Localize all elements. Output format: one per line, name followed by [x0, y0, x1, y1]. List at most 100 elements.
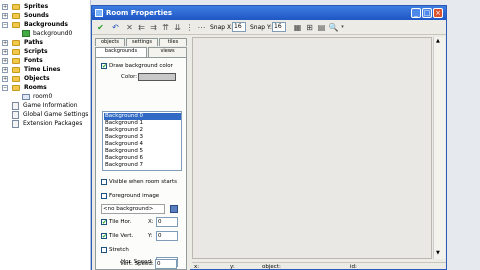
tree-item-fonts[interactable]: + Fonts [2, 57, 90, 65]
snap-y-input[interactable]: 16 [272, 22, 286, 32]
tab-objects[interactable]: objects [95, 38, 125, 46]
stretch-checkbox[interactable] [101, 247, 107, 253]
list-item[interactable]: Background 4 [104, 141, 181, 148]
isometric-grid-icon[interactable]: ⊞ [304, 22, 315, 33]
tree-item-extension-packages[interactable]: Extension Packages [12, 120, 90, 128]
tree-item-sprites[interactable]: + Sprites [2, 3, 90, 11]
folder-icon [12, 85, 20, 91]
tree-item-background0[interactable]: background0 [22, 30, 90, 38]
expand-icon[interactable]: + [2, 40, 8, 46]
status-x: x: [194, 264, 200, 270]
status-bar: x: y: object: id: [192, 262, 446, 270]
expand-icon[interactable]: + [2, 76, 8, 82]
folder-icon [12, 22, 20, 28]
tile-hor-checkbox[interactable]: ✔ [101, 219, 107, 226]
vertical-scrollbar[interactable]: ▲ ▼ [433, 37, 445, 259]
tree-label: Sounds [24, 12, 49, 19]
foreground-checkbox[interactable] [101, 193, 107, 199]
tree-item-rooms[interactable]: − Rooms [2, 84, 90, 92]
tree-label: Paths [24, 39, 43, 46]
x-input[interactable]: 0 [156, 217, 178, 227]
foreground-label: Foreground image [109, 193, 160, 199]
close-button[interactable]: × [433, 8, 443, 18]
list-item[interactable]: Background 0 [104, 113, 181, 120]
browse-background-icon[interactable] [170, 205, 178, 213]
title-bar[interactable]: Room Properties _ □ × [92, 6, 446, 20]
room-toolbar: ✔ ↶ ✕ ⇇ ⇉ ⇈ ⇊ ⋮ ⋯ Snap X: 16 Snap Y: 16 … [92, 20, 446, 35]
collapse-icon[interactable]: − [2, 22, 8, 28]
list-item[interactable]: Background 5 [104, 148, 181, 155]
background-select[interactable]: <no background> [101, 204, 165, 214]
tile-vert-checkbox[interactable]: ✔ [101, 233, 107, 240]
shift-left-icon[interactable]: ⇇ [136, 22, 147, 33]
list-item[interactable]: Background 6 [104, 155, 181, 162]
snap-x-input[interactable]: 16 [232, 22, 246, 32]
clear-icon[interactable]: ✕ [124, 22, 135, 33]
expand-icon[interactable]: + [2, 13, 8, 19]
room-canvas[interactable] [192, 37, 432, 259]
grid-icon[interactable]: ▦ [292, 22, 303, 33]
minimize-button[interactable]: _ [411, 8, 421, 18]
ok-check-icon[interactable]: ✔ [95, 22, 106, 33]
tab-tiles[interactable]: tiles [159, 38, 187, 46]
status-object: object: [262, 264, 281, 270]
folder-icon [12, 67, 20, 73]
snap-y-label: Snap Y: [250, 24, 272, 31]
scroll-up-icon[interactable]: ▲ [436, 38, 440, 44]
tree-item-paths[interactable]: + Paths [2, 39, 90, 47]
expand-icon[interactable]: + [2, 49, 8, 55]
tree-label: Objects [24, 75, 50, 82]
folder-icon [12, 58, 20, 64]
expand-icon[interactable]: + [2, 67, 8, 73]
vspeed-label: Vert. Speed: [120, 261, 154, 267]
status-id: id: [350, 264, 357, 270]
folder-icon [12, 4, 20, 10]
visible-start-label: Visible when room starts [109, 179, 177, 185]
tree-item-game-information[interactable]: Game Information [12, 102, 90, 110]
undo-icon[interactable]: ↶ [110, 22, 121, 33]
vspeed-input[interactable]: 0 [155, 259, 177, 269]
tree-item-backgrounds[interactable]: − Backgrounds [2, 21, 90, 29]
visible-start-checkbox[interactable] [101, 179, 107, 185]
sort-x-icon[interactable]: ⋮ [184, 22, 195, 33]
room-properties-window: Room Properties _ □ × ✔ ↶ ✕ ⇇ ⇉ ⇈ ⇊ ⋮ ⋯ … [91, 5, 447, 270]
tab-views[interactable]: views [148, 47, 187, 57]
shift-up-icon[interactable]: ⇈ [160, 22, 171, 33]
tile-vert-label: Tile Vert. [109, 233, 134, 239]
collapse-icon[interactable]: − [2, 85, 8, 91]
list-item[interactable]: Background 7 [104, 162, 181, 169]
expand-icon[interactable]: + [2, 4, 8, 10]
tree-item-global-game-settings[interactable]: Global Game Settings [12, 111, 90, 119]
draw-bg-color-checkbox[interactable]: ✔ [101, 63, 107, 70]
tree-item-sounds[interactable]: + Sounds [2, 12, 90, 20]
window-icon [95, 9, 103, 17]
list-item[interactable]: Background 1 [104, 120, 181, 127]
settings-panel: objects settings tiles backgrounds views… [92, 35, 190, 270]
expand-icon[interactable]: + [2, 58, 8, 64]
shift-right-icon[interactable]: ⇉ [148, 22, 159, 33]
tree-label: Rooms [24, 84, 47, 91]
chevron-down-icon[interactable]: ▾ [337, 22, 348, 33]
tree-label: Extension Packages [23, 120, 83, 127]
tree-item-objects[interactable]: + Objects [2, 75, 90, 83]
document-icon [12, 102, 19, 110]
tree-label: Backgrounds [24, 21, 68, 28]
list-item[interactable]: Background 3 [104, 134, 181, 141]
y-label: Y: [148, 233, 153, 239]
y-input[interactable]: 0 [156, 231, 178, 241]
package-icon [12, 120, 19, 128]
tab-backgrounds[interactable]: backgrounds [95, 47, 147, 57]
view-icon[interactable]: ▤ [316, 22, 327, 33]
tab-settings[interactable]: settings [126, 38, 158, 46]
tree-item-scripts[interactable]: + Scripts [2, 48, 90, 56]
tree-label: Game Information [23, 102, 78, 109]
bg-color-swatch[interactable] [138, 73, 176, 81]
tree-item-timelines[interactable]: + Time Lines [2, 66, 90, 74]
list-item[interactable]: Background 2 [104, 127, 181, 134]
sort-y-icon[interactable]: ⋯ [196, 22, 207, 33]
tree-item-room0[interactable]: room0 [22, 93, 90, 101]
maximize-button[interactable]: □ [422, 8, 432, 18]
tile-hor-label: Tile Hor. [109, 219, 132, 225]
shift-down-icon[interactable]: ⇊ [172, 22, 183, 33]
scroll-down-icon[interactable]: ▼ [436, 250, 440, 256]
